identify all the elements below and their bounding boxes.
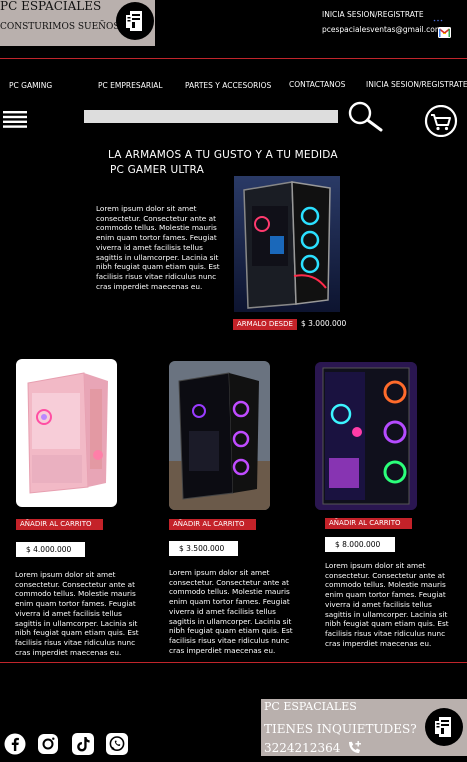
footer-contact-box: PC ESPACIALES TIENES INQUIETUDES? 322421… — [261, 699, 467, 756]
product-1-price: $ 4.000.000 — [16, 542, 85, 557]
pc-logo-icon — [116, 2, 154, 40]
product-1-add-to-cart[interactable]: AÑADIR AL CARRITO — [16, 519, 103, 530]
search-icon[interactable] — [348, 101, 384, 137]
hero-headline: LA ARMAMOS A TU GUSTO Y A TU MEDIDA — [108, 149, 338, 161]
hero-cta-button[interactable]: ARMALO DESDE — [233, 319, 297, 330]
footer-question: TIENES INQUIETUDES? — [264, 722, 417, 736]
hero-price: $ 3.000.000 — [301, 319, 347, 328]
product-3-image[interactable] — [315, 362, 417, 510]
product-3-add-to-cart[interactable]: AÑADIR AL CARRITO — [325, 518, 412, 529]
nav-login[interactable]: INICIA SESION/REGISTRATE — [366, 80, 467, 89]
product-3-price: $ 8.000.000 — [325, 537, 395, 552]
brand-slogan: CONSTURIMOS SUEÑOS — [0, 22, 120, 32]
phone-add-icon[interactable] — [347, 740, 363, 759]
product-1-description: Lorem ipsum dolor sit amet consectetur. … — [15, 570, 139, 657]
hero-pc-image[interactable] — [234, 176, 340, 312]
product-2-price: $ 3.500.000 — [169, 541, 238, 556]
nav-pc-empresarial[interactable]: PC EMPRESARIAL — [98, 81, 163, 90]
product-2-description: Lorem ipsum dolor sit amet consectetur. … — [169, 568, 293, 655]
tiktok-icon[interactable] — [72, 733, 94, 755]
hamburger-menu-icon[interactable] — [3, 111, 27, 132]
hero-description: Lorem ipsum dolor sit amet consectetur. … — [96, 204, 220, 291]
contact-email[interactable]: pcespacialesventas@gmail.com — [322, 25, 442, 34]
facebook-icon[interactable] — [4, 733, 26, 755]
hero-subheadline: PC GAMER ULTRA — [110, 164, 205, 176]
brand-name: PC ESPACIALES — [0, 0, 102, 13]
header-divider — [0, 58, 467, 59]
nav-partes-accesorios[interactable]: PARTES Y ACCESORIOS — [185, 81, 271, 90]
whatsapp-icon[interactable] — [106, 733, 128, 755]
login-link-top[interactable]: INICIA SESION/REGISTRATE — [322, 10, 424, 19]
footer-phone[interactable]: 3224212364 — [264, 741, 340, 755]
search-input[interactable] — [84, 110, 338, 123]
instagram-icon[interactable] — [37, 733, 59, 755]
cart-icon[interactable] — [424, 104, 458, 141]
product-2-image[interactable] — [169, 361, 270, 510]
gmail-icon[interactable] — [438, 23, 451, 42]
product-2-add-to-cart[interactable]: AÑADIR AL CARRITO — [169, 519, 256, 530]
footer-pc-logo-icon — [425, 708, 463, 746]
footer-brand: PC ESPACIALES — [264, 700, 357, 713]
product-3-description: Lorem ipsum dolor sit amet consectetur. … — [325, 561, 449, 648]
footer-divider — [0, 662, 467, 663]
nav-contactanos[interactable]: CONTACTANOS — [289, 80, 345, 89]
product-1-image[interactable] — [16, 359, 117, 507]
nav-pc-gaming[interactable]: PC GAMING — [9, 81, 52, 90]
